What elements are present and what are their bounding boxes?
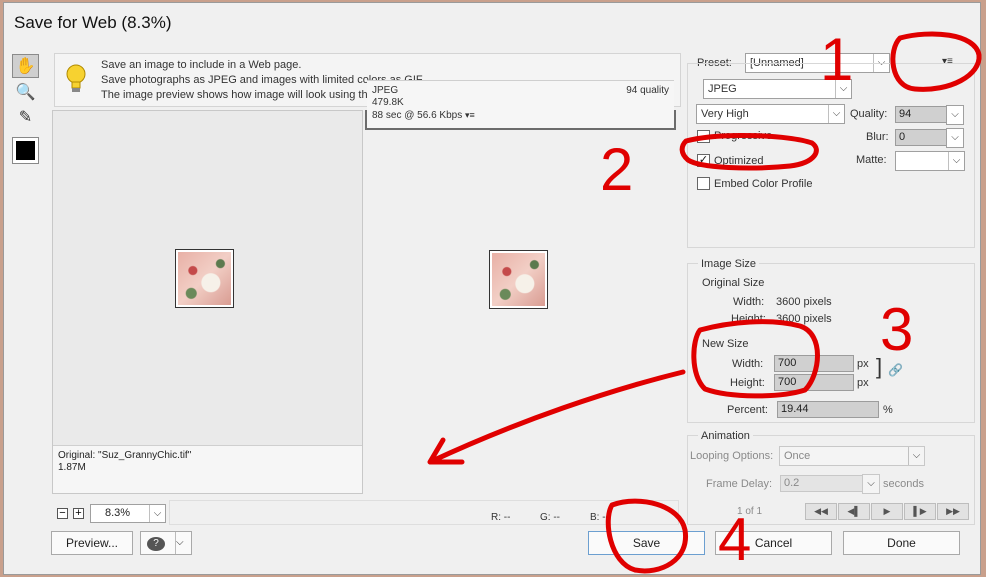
eyedropper-color-swatch[interactable] [12,137,39,164]
chevron-down-icon: ⌵ [835,80,851,98]
original-filename: Original: "Suz_GrannyChic.tif" [58,450,192,461]
zoom-in-button[interactable]: + [73,508,84,519]
download-speed-menu-icon[interactable]: ▾≡ [465,110,475,120]
frame-counter: 1 of 1 [737,506,763,517]
red-readout: R: -- [491,512,511,523]
looping-options-label: Looping Options: [690,450,774,462]
chevron-down-icon: ⌵ [828,105,844,123]
chevron-down-icon: ⌵ [951,132,959,143]
eyedropper-tool-icon[interactable]: ✎ [12,105,39,129]
constrain-proportions-bracket: ] [876,354,883,379]
optimized-quality: 94 quality [626,85,669,96]
link-icon[interactable]: 🔗 [888,363,903,377]
original-image-thumbnail [175,249,234,308]
blur-slider-button[interactable]: ⌵ [946,128,964,148]
optimized-caption: JPEG 94 quality 479.8K 88 sec @ 56.6 Kbp… [367,80,674,128]
new-size-title: New Size [702,338,749,350]
original-filesize: 1.87M [58,462,86,473]
blur-field[interactable]: 0 [895,129,949,146]
frame-delay-label: Frame Delay: [706,478,773,490]
previous-frame-button[interactable]: ◀▌ [838,503,870,520]
new-height-label: Height: [730,377,765,389]
blue-readout: B: -- [590,512,609,523]
optimized-image-thumbnail [489,250,548,309]
optimized-preview-pane[interactable]: JPEG 94 quality 479.8K 88 sec @ 56.6 Kbp… [365,80,676,309]
zoom-out-button[interactable]: − [57,508,68,519]
embed-color-profile-checkbox[interactable] [697,177,710,190]
browser-icon: ? [147,536,165,551]
quality-preset-value: Very High [701,108,749,120]
animation-title: Animation [698,430,753,442]
quality-label: Quality: [850,108,888,120]
window-title: Save for Web (8.3%) [14,13,172,32]
percent-unit: % [883,404,893,416]
optimized-preview-canvas[interactable] [367,112,674,448]
optimized-label: Optimized [714,155,764,167]
optimized-format: JPEG [372,85,399,96]
progressive-label: Progressive [714,130,773,142]
matte-select[interactable]: ⌵ [895,151,965,171]
percent-field[interactable]: 19.44 [777,401,879,418]
chevron-down-icon: ⌵ [175,532,191,554]
original-preview-canvas[interactable] [53,111,362,447]
format-value: JPEG [708,83,737,95]
looping-options-select[interactable]: Once ⌵ [779,446,925,466]
optimized-checkbox[interactable]: ✓ [697,154,710,167]
original-height-label: Height: [731,313,766,325]
quality-preset-select[interactable]: Very High ⌵ [696,104,845,124]
frame-delay-field[interactable]: 0.2 [780,475,865,492]
done-button[interactable]: Done [843,531,960,555]
chevron-down-icon: ⌵ [149,505,165,522]
next-frame-button[interactable]: ▌▶ [904,503,936,520]
browser-preview-button[interactable]: ? ⌵ [140,531,192,555]
format-select[interactable]: JPEG ⌵ [703,79,852,99]
frame-delay-dropdown[interactable]: ⌵ [862,474,880,494]
play-button[interactable]: ▶ [871,503,903,520]
chevron-down-icon: ⌵ [948,152,964,170]
preview-button[interactable]: Preview... [51,531,133,555]
original-preview-pane[interactable]: Original: "Suz_GrannyChic.tif" 1.87M [52,110,363,494]
info-line: Save an image to include in a Web page. [101,59,302,71]
embed-color-profile-label: Embed Color Profile [714,178,813,190]
percent-label: Percent: [727,404,768,416]
quality-field[interactable]: 94 [895,106,949,123]
chevron-down-icon: ⌵ [951,109,959,120]
zoom-level-select[interactable]: 8.3% ⌵ [90,504,166,523]
green-readout: G: -- [540,512,560,523]
matte-label: Matte: [856,154,887,166]
optimized-download-time: 88 sec @ 56.6 Kbps [372,110,463,121]
last-frame-button[interactable]: ▶▶ [937,503,969,520]
new-width-field[interactable]: 700 [774,355,854,372]
chevron-down-icon: ⌵ [908,447,924,465]
save-for-web-dialog: Save for Web (8.3%) ✋ 🔍 ✎ Save an image … [3,2,981,575]
frame-delay-unit: seconds [883,478,924,490]
looping-options-value: Once [784,450,811,462]
cancel-button[interactable]: Cancel [715,531,832,555]
new-height-field[interactable]: 700 [774,374,854,391]
zoom-level-value: 8.3% [105,507,131,519]
quality-slider-button[interactable]: ⌵ [946,105,964,125]
height-unit: px [857,377,869,389]
progressive-checkbox[interactable] [697,130,710,143]
optimized-filesize: 479.8K [372,97,404,108]
hand-tool-icon[interactable]: ✋ [12,54,39,78]
new-width-label: Width: [732,358,764,370]
chevron-down-icon: ⌵ [867,478,875,489]
original-size-title: Original Size [702,277,765,289]
original-width-value: 3600 pixels [776,296,832,308]
original-width-label: Width: [733,296,765,308]
save-button[interactable]: Save [588,531,705,555]
first-frame-button[interactable]: ◀◀ [805,503,837,520]
image-size-title: Image Size [698,258,760,270]
zoom-tool-icon[interactable]: 🔍 [12,80,39,104]
original-height-value: 3600 pixels [776,313,832,325]
blur-label: Blur: [866,131,889,143]
lightbulb-icon [66,64,86,92]
original-caption: Original: "Suz_GrannyChic.tif" 1.87M [53,445,362,493]
width-unit: px [857,358,869,370]
